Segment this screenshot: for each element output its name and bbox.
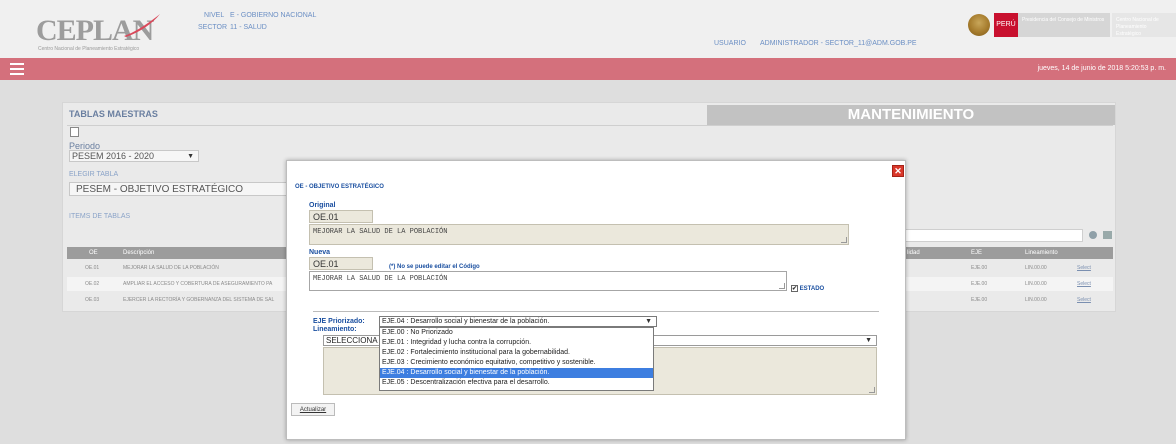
chevron-down-icon: ▼ (187, 153, 194, 160)
header-eje: EJE (971, 250, 983, 256)
eje-option[interactable]: EJE.01 : Integridad y lucha contra la co… (380, 338, 653, 348)
refresh-icon[interactable] (1089, 231, 1097, 239)
pcm-brand-badge: Presidencia del Consejo de Ministros (1018, 13, 1110, 37)
row-code: OE.01 (85, 265, 100, 271)
row-desc: MEJORAR LA SALUD DE LA POBLACIÓN (123, 265, 219, 271)
eje-priorizado-label: EJE Priorizado: (313, 318, 365, 325)
resize-handle-icon (869, 387, 875, 393)
current-date: jueves, 14 de junio de 2018 5:20:53 p. m… (1037, 65, 1166, 72)
print-icon[interactable] (1103, 231, 1112, 239)
peru-coat-of-arms-icon (968, 14, 990, 36)
eje-priorizado-value: EJE.04 : Desarrollo social y bienestar d… (382, 318, 550, 325)
lineamiento-value: SELECCIONA (326, 336, 378, 345)
elegir-tabla-value: PESEM - OBJETIVO ESTRATÉGICO (76, 184, 244, 195)
close-icon[interactable]: ✕ (892, 165, 904, 177)
mantenimiento-header: MANTENIMIENTO (707, 105, 1115, 125)
lineamiento-label: Lineamiento: (313, 326, 357, 333)
nueva-code-field: OE.01 (309, 257, 373, 270)
document-icon[interactable] (70, 127, 79, 137)
items-tablas-label: ITEMS DE TABLAS (69, 213, 131, 220)
row-eje: EJE.00 (971, 281, 988, 287)
estado-checkbox[interactable]: ✔ (791, 285, 798, 292)
nivel-label: NIVEL (204, 12, 225, 19)
chevron-down-icon: ▼ (645, 318, 652, 325)
row-lin: LIN.00.00 (1025, 265, 1047, 271)
nueva-label: Nueva (309, 249, 331, 256)
eje-option[interactable]: EJE.02 : Fortalecimiento institucional p… (380, 348, 653, 358)
row-eje: EJE.00 (971, 297, 988, 303)
peru-brand-badge: PERÚ (994, 13, 1018, 37)
nueva-description-text: MEJORAR LA SALUD DE LA POBLACIÓN (313, 275, 448, 283)
row-lin: LIN.00.00 (1025, 281, 1047, 287)
header-descripcion: Descripción (123, 250, 155, 256)
estado-checkbox-wrapper[interactable]: ✔ ESTADO (791, 285, 824, 292)
app-header: CEPLAN Centro Nacional de Planeamiento E… (0, 0, 1176, 58)
modal-title: OE - OBJETIVO ESTRATÉGICO (295, 184, 384, 190)
eje-option[interactable]: EJE.03 : Crecimiento económico equitativ… (380, 358, 653, 368)
row-code: OE.03 (85, 297, 100, 303)
header-prioridad: lidad (907, 250, 920, 256)
modal-divider (313, 311, 879, 312)
sector-label: SECTOR (198, 24, 228, 31)
chevron-down-icon: ▼ (865, 337, 872, 344)
row-lin: LIN.00.00 (1025, 297, 1047, 303)
original-label: Original (309, 202, 336, 209)
ceplan-brand-badge: Centro Nacional de Planeamiento Estratég… (1112, 13, 1176, 37)
resize-handle-icon (841, 237, 847, 243)
elegir-tabla-select[interactable]: PESEM - OBJETIVO ESTRATÉGICO (69, 182, 289, 196)
row-eje: EJE.00 (971, 265, 988, 271)
panel-title: TABLAS MAESTRAS (69, 109, 158, 119)
nivel-value: E - GOBIERNO NACIONAL (230, 12, 317, 19)
original-description-text: MEJORAR LA SALUD DE LA POBLACIÓN (313, 228, 448, 236)
periodo-select-value: PESEM 2016 - 2020 (72, 151, 155, 161)
eje-option[interactable]: EJE.00 : No Priorizado (380, 328, 653, 338)
hamburger-menu-icon[interactable] (10, 63, 24, 75)
periodo-select[interactable]: PESEM 2016 - 2020 ▼ (69, 150, 199, 162)
elegir-tabla-label: ELEGIR TABLA (69, 171, 119, 178)
header-code: OE (89, 250, 98, 256)
usuario-value: ADMINISTRADOR - SECTOR_11@ADM.GOB.PE (760, 40, 917, 47)
edit-objetivo-modal: OE - OBJETIVO ESTRATÉGICO ✕ Original OE.… (286, 160, 906, 440)
original-description-field: MEJORAR LA SALUD DE LA POBLACIÓN (309, 224, 849, 245)
eje-dropdown-list[interactable]: EJE.00 : No Priorizado EJE.01 : Integrid… (379, 327, 654, 391)
row-select-link[interactable]: Select (1077, 277, 1091, 291)
codigo-note: (*) No se puede editar el Código (389, 264, 480, 270)
row-select-link[interactable]: Select (1077, 261, 1091, 275)
top-nav-bar: jueves, 14 de junio de 2018 5:20:53 p. m… (0, 58, 1176, 80)
logo-swoosh-icon (124, 14, 160, 37)
actualizar-button[interactable]: Actualizar (291, 403, 335, 416)
eje-option[interactable]: EJE.05 : Descentralización efectiva para… (380, 378, 653, 388)
eje-priorizado-select[interactable]: EJE.04 : Desarrollo social y bienestar d… (379, 316, 657, 327)
eje-option[interactable]: EJE.04 : Desarrollo social y bienestar d… (380, 368, 653, 378)
header-lineamiento: Lineamiento (1025, 250, 1058, 256)
row-code: OE.02 (85, 281, 100, 287)
original-code-field: OE.01 (309, 210, 373, 223)
logo-subtitle: Centro Nacional de Planeamiento Estratég… (38, 46, 140, 52)
row-desc: EJERCER LA RECTORÍA Y GOBERNANZA DEL SIS… (123, 297, 275, 303)
row-desc: AMPLIAR EL ACCESO Y COBERTURA DE ASEGURA… (123, 281, 273, 287)
row-select-link[interactable]: Select (1077, 293, 1091, 307)
sector-value: 11 - SALUD (230, 24, 267, 31)
usuario-label: USUARIO (714, 40, 746, 47)
ceplan-logo[interactable]: CEPLAN Centro Nacional de Planeamiento E… (36, 14, 160, 52)
resize-handle-icon[interactable] (779, 283, 785, 289)
panel-divider (67, 125, 1113, 126)
nueva-description-input[interactable]: MEJORAR LA SALUD DE LA POBLACIÓN (309, 271, 787, 291)
estado-label: ESTADO (799, 286, 825, 293)
